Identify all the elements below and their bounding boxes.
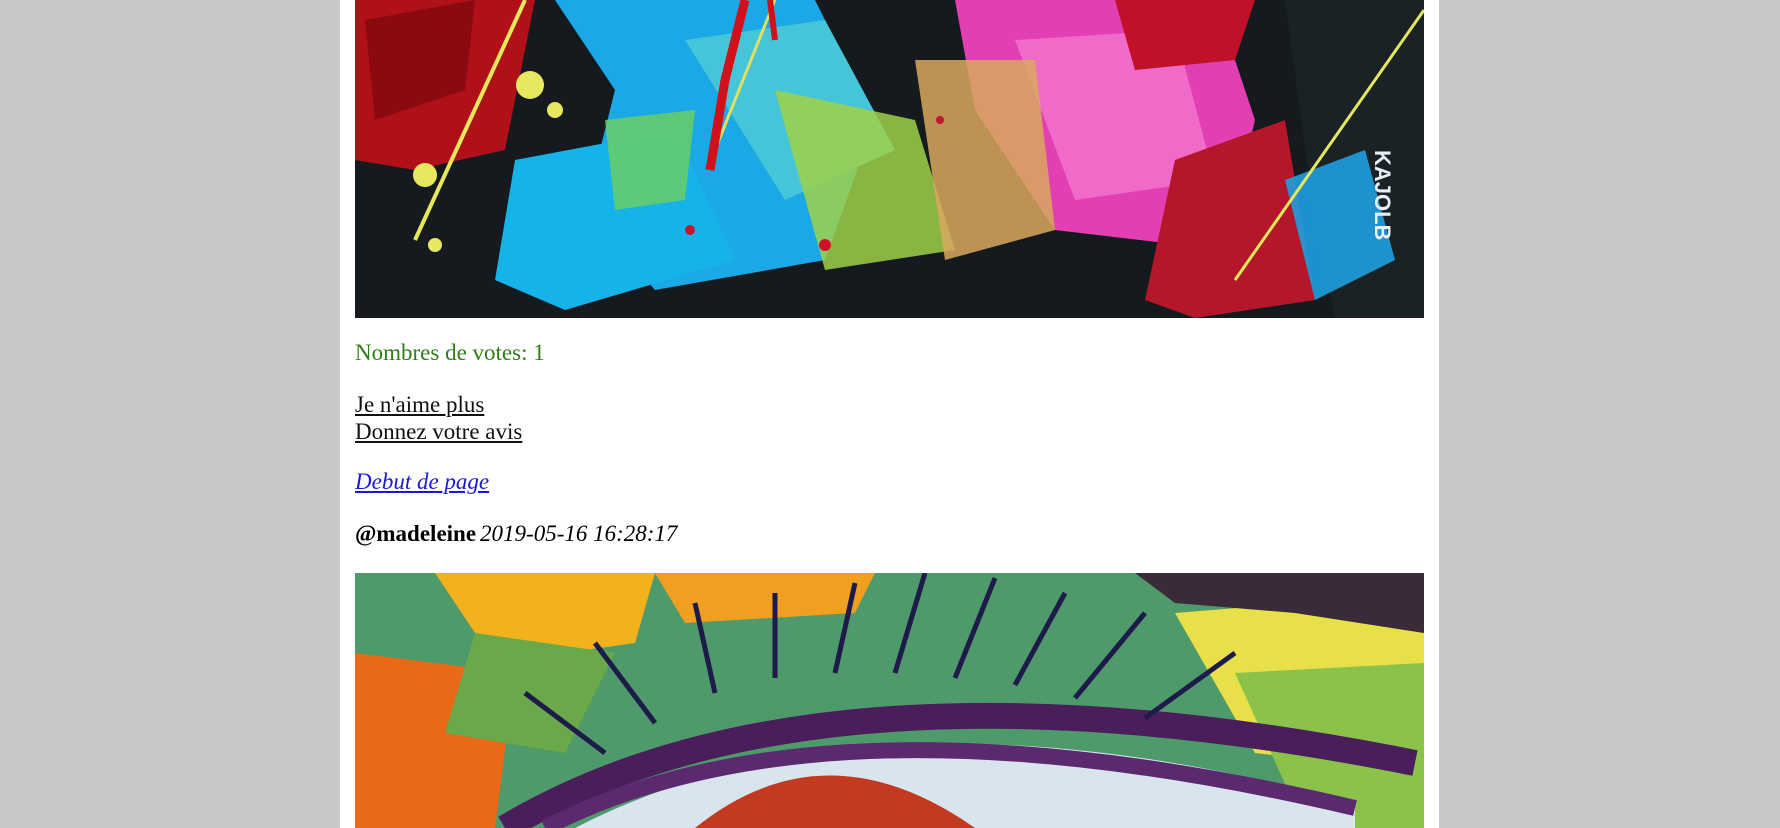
- post-date: 2019-05-16 16:28:17: [480, 521, 678, 546]
- signature-text: KAJOLB: [1370, 150, 1395, 240]
- post-header: @madeleine 2019-05-16 16:28:17: [355, 521, 677, 547]
- votes-count: Nombres de votes: 1: [355, 340, 545, 365]
- unlike-link[interactable]: Je n'aime plus: [355, 392, 484, 418]
- abstract-painting-image[interactable]: KAJOLB: [355, 0, 1424, 318]
- back-to-top-link[interactable]: Debut de page: [355, 469, 489, 495]
- eye-painting-image[interactable]: [355, 573, 1424, 828]
- give-opinion-link[interactable]: Donnez votre avis: [355, 419, 522, 445]
- author-name[interactable]: @madeleine: [355, 521, 476, 546]
- page-container: KAJOLB Nombres de votes: 1 Je n'aime plu…: [340, 0, 1439, 828]
